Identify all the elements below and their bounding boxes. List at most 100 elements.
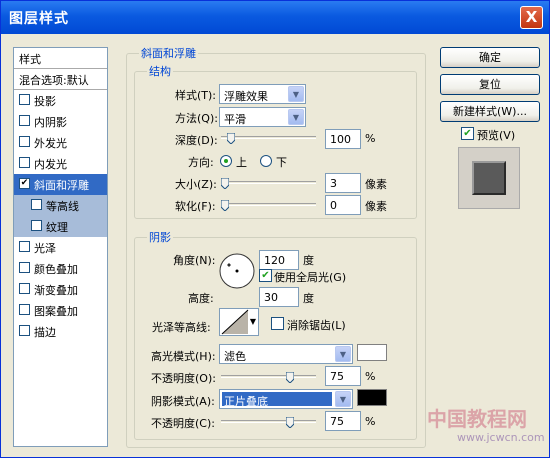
sidebar-item-checkbox[interactable] xyxy=(19,325,30,336)
size-slider-thumb[interactable] xyxy=(221,178,229,189)
sidebar-item-checkbox[interactable] xyxy=(19,157,30,168)
shadow-opacity-slider[interactable] xyxy=(221,420,316,423)
depth-label: 深度(D): xyxy=(175,134,218,147)
angle-input[interactable]: 120 xyxy=(259,250,299,270)
direction-down-radio[interactable] xyxy=(260,155,272,167)
size-label: 大小(Z): xyxy=(175,178,217,191)
shadow-opacity-input[interactable]: 75 xyxy=(325,411,361,431)
sidebar-item[interactable]: 纹理 xyxy=(14,216,107,237)
shadow-mode-select[interactable]: 正片叠底 ▼ xyxy=(219,389,353,409)
sidebar-item[interactable]: 光泽 xyxy=(14,237,107,258)
sidebar-item-checkbox[interactable] xyxy=(19,241,30,252)
preview-checkbox[interactable]: ✔ xyxy=(461,127,474,140)
chevron-down-icon: ▼ xyxy=(249,317,256,326)
direction-down-label: 下 xyxy=(276,156,287,169)
sidebar-item[interactable]: 内阴影 xyxy=(14,111,107,132)
highlight-opacity-input[interactable]: 75 xyxy=(325,366,361,386)
soften-slider-thumb[interactable] xyxy=(221,200,229,211)
window-title: 图层样式 xyxy=(9,11,69,27)
sidebar-item[interactable]: 内发光 xyxy=(14,153,107,174)
sidebar-item-label: 描边 xyxy=(34,326,56,339)
sidebar-item[interactable]: 投影 xyxy=(14,90,107,111)
watermark-line1: 中国教程网 xyxy=(427,407,527,431)
depth-input[interactable]: 100 xyxy=(325,129,361,149)
size-slider[interactable] xyxy=(221,181,316,184)
technique-label: 方法(Q): xyxy=(175,112,218,125)
sidebar-item-checkbox[interactable] xyxy=(19,136,30,147)
sidebar-item-checkbox[interactable] xyxy=(19,115,30,126)
depth-unit: % xyxy=(365,132,376,145)
antialias-label: 消除锯齿(L) xyxy=(287,319,346,332)
depth-slider[interactable] xyxy=(221,136,316,139)
title-bar[interactable]: 图层样式 X xyxy=(1,1,549,34)
preview-thumbnail xyxy=(458,147,520,209)
sidebar-item-label: 图案叠加 xyxy=(34,305,78,318)
sidebar-item-label: 等高线 xyxy=(46,200,79,213)
sidebar-item[interactable]: 等高线 xyxy=(14,195,107,216)
technique-select[interactable]: 平滑 ▼ xyxy=(219,107,306,127)
size-unit: 像素 xyxy=(365,178,387,191)
sidebar-item-checkbox[interactable] xyxy=(19,94,30,105)
style-list: 样式混合选项:默认投影 内阴影 外发光内发光 ✔ 斜面和浮雕等高线纹理 光泽 颜色叠加 渐变叠… xyxy=(13,47,108,447)
sidebar-item-checkbox[interactable] xyxy=(31,199,42,210)
sidebar-item[interactable]: 颜色叠加 xyxy=(14,258,107,279)
sidebar-item-label: 混合选项:默认 xyxy=(19,74,89,87)
direction-up-label: 上 xyxy=(236,156,247,169)
style-select[interactable]: 浮雕效果 ▼ xyxy=(219,84,306,104)
shadow-color-swatch[interactable] xyxy=(357,389,387,406)
watermark-line2: www.jcwcn.com xyxy=(457,431,545,444)
reset-button[interactable]: 复位 xyxy=(440,74,540,95)
chevron-down-icon: ▼ xyxy=(335,391,351,407)
soften-label: 软化(F): xyxy=(175,200,216,213)
sidebar-item[interactable]: ✔ 斜面和浮雕 xyxy=(14,174,107,195)
altitude-unit: 度 xyxy=(303,292,314,305)
sidebar-item[interactable]: 混合选项:默认 xyxy=(14,69,107,90)
highlight-mode-select[interactable]: 滤色 ▼ xyxy=(219,344,353,364)
sidebar-item-label: 斜面和浮雕 xyxy=(34,179,89,192)
structure-title: 结构 xyxy=(147,63,173,79)
close-button[interactable]: X xyxy=(520,6,543,29)
highlight-opacity-slider-thumb[interactable] xyxy=(286,372,295,383)
depth-slider-thumb[interactable] xyxy=(227,133,236,144)
sidebar-item-checkbox[interactable] xyxy=(19,283,30,294)
sidebar-item[interactable]: 描边 xyxy=(14,321,107,342)
altitude-input[interactable]: 30 xyxy=(259,287,299,307)
global-light-checkbox[interactable]: ✔ xyxy=(259,269,272,282)
sidebar-item-checkbox[interactable] xyxy=(19,262,30,273)
watermark-logo: 中国教程网 www.jcwcn.com xyxy=(423,399,548,454)
gloss-contour-label: 光泽等高线: xyxy=(152,321,211,334)
direction-up-radio[interactable] xyxy=(220,155,232,167)
antialias-checkbox[interactable] xyxy=(271,317,284,330)
sidebar-item-checkbox[interactable] xyxy=(19,304,30,315)
highlight-opacity-slider[interactable] xyxy=(221,375,316,378)
sidebar-item-label: 样式 xyxy=(19,53,41,66)
check-icon: ✔ xyxy=(261,270,270,281)
sidebar-item[interactable]: 图案叠加 xyxy=(14,300,107,321)
size-input[interactable]: 3 xyxy=(325,173,361,193)
shadow-mode-value: 正片叠底 xyxy=(222,392,332,408)
sidebar-item-checkbox[interactable] xyxy=(31,220,42,231)
new-style-button[interactable]: 新建样式(W)... xyxy=(440,101,540,122)
sidebar-item[interactable]: 样式 xyxy=(14,48,107,69)
shadow-opacity-slider-thumb[interactable] xyxy=(286,417,295,428)
sidebar-item[interactable]: 渐变叠加 xyxy=(14,279,107,300)
shadow-opacity-unit: % xyxy=(365,415,376,428)
bevel-emboss-title: 斜面和浮雕 xyxy=(139,45,198,61)
sidebar-item-label: 内发光 xyxy=(34,158,67,171)
soften-unit: 像素 xyxy=(365,200,387,213)
altitude-label: 高度: xyxy=(188,292,214,305)
chevron-down-icon: ▼ xyxy=(288,86,304,102)
sidebar-item-checkbox[interactable]: ✔ xyxy=(19,178,30,189)
sidebar-item[interactable]: 外发光 xyxy=(14,132,107,153)
gloss-contour-picker[interactable]: ▼ xyxy=(219,308,259,336)
highlight-color-swatch[interactable] xyxy=(357,344,387,361)
chevron-down-icon: ▼ xyxy=(335,346,351,362)
close-icon: X xyxy=(525,8,538,26)
ok-button[interactable]: 确定 xyxy=(440,47,540,68)
preview-label: 预览(V) xyxy=(477,129,516,142)
shadow-opacity-label: 不透明度(C): xyxy=(151,417,215,430)
angle-dial[interactable] xyxy=(219,253,255,289)
soften-input[interactable]: 0 xyxy=(325,195,361,215)
soften-slider[interactable] xyxy=(221,203,316,206)
technique-value: 平滑 xyxy=(224,113,246,126)
